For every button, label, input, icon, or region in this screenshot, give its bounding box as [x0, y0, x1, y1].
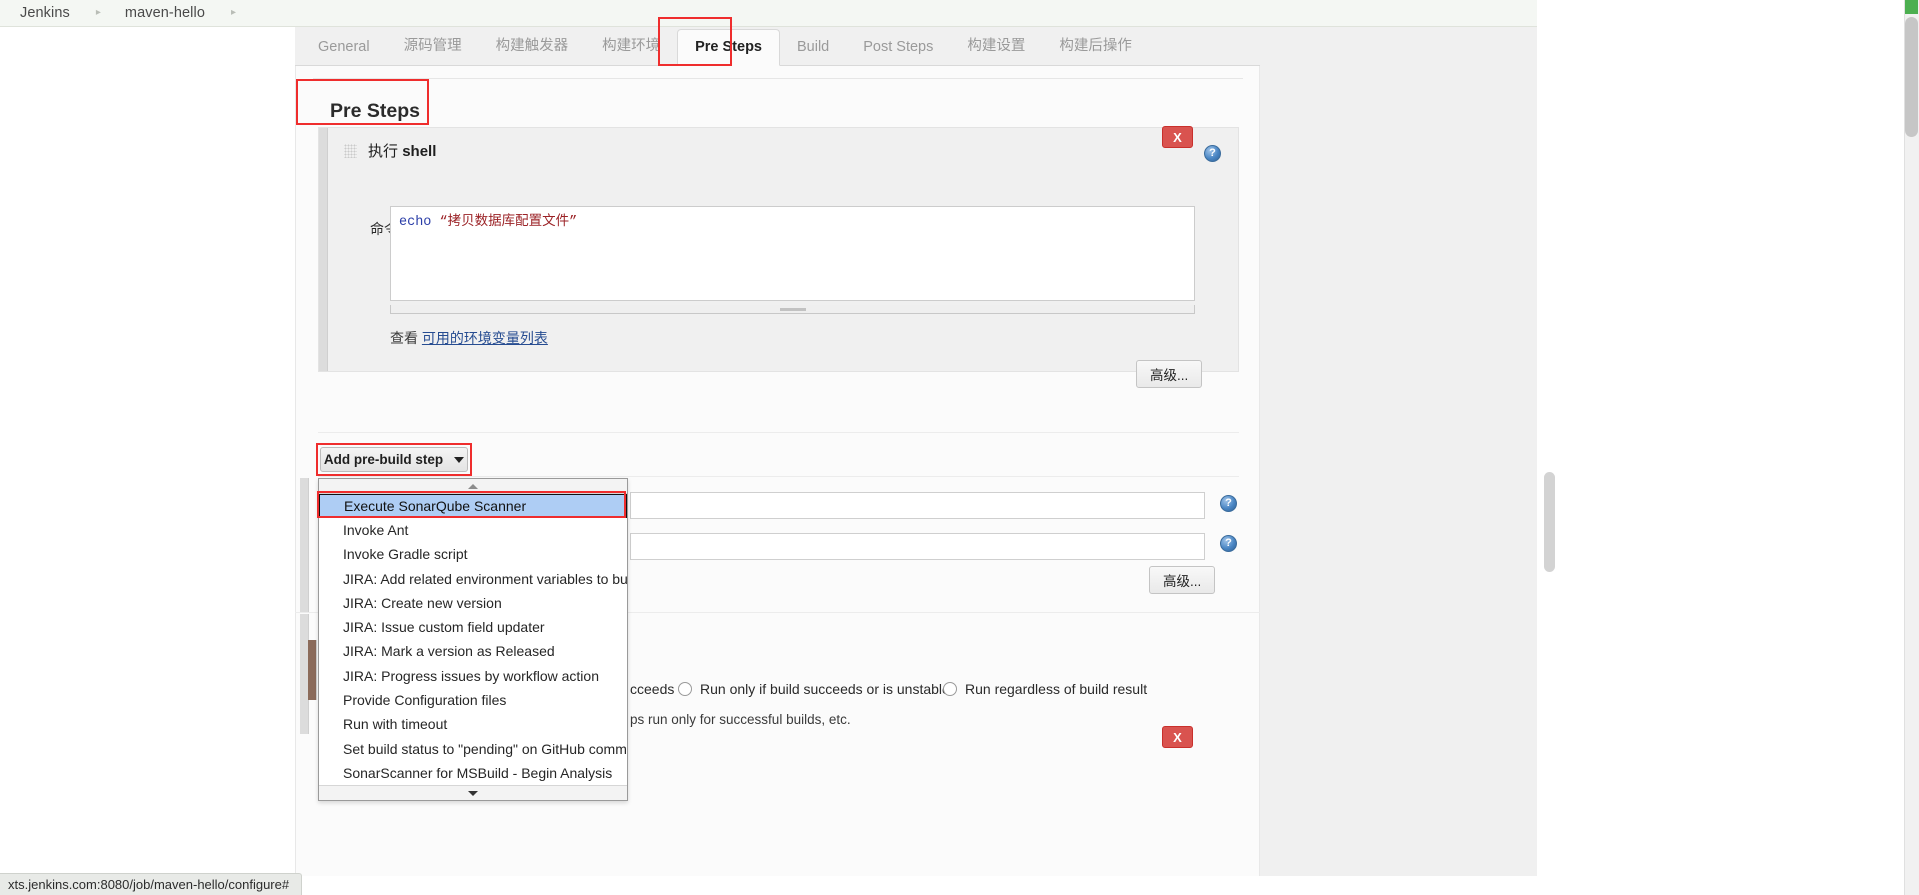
dropdown-item-sonarscanner-msbuild-begin[interactable]: SonarScanner for MSBuild - Begin Analysi… [319, 761, 627, 785]
section-grip-1 [300, 478, 309, 612]
section-divider [313, 78, 1243, 79]
tab-build-environment[interactable]: 构建环境 [585, 25, 677, 65]
dropdown-item-set-build-status-pending[interactable]: Set build status to "pending" on GitHub … [319, 737, 627, 761]
add-step-dropdown-menu: Execute SonarQube Scanner Invoke Ant Inv… [318, 478, 628, 802]
radio-option-regardless-label: Run regardless of build result [965, 681, 1148, 697]
tab-post-build-actions[interactable]: 构建后操作 [1042, 25, 1149, 65]
form-input-2[interactable] [630, 533, 1205, 560]
breadcrumb-item-jenkins[interactable]: Jenkins [18, 5, 72, 21]
page-scrollbar-track[interactable] [1904, 0, 1919, 895]
dropdown-item-jira-add-env-vars[interactable]: JIRA: Add related environment variables … [319, 567, 627, 591]
chevron-up-icon [468, 483, 478, 489]
help-icon-field-2[interactable]: ? [1220, 535, 1237, 552]
tab-post-steps[interactable]: Post Steps [846, 30, 950, 65]
help-icon-field-1[interactable]: ? [1220, 495, 1237, 512]
form-divider-2 [318, 476, 1239, 477]
env-variables-line: 查看 可用的环境变量列表 [390, 328, 548, 348]
builder-drag-column[interactable] [319, 128, 328, 371]
dropdown-item-jira-progress-issues[interactable]: JIRA: Progress issues by workflow action [319, 664, 627, 688]
delete-builder-button[interactable]: X [1162, 126, 1193, 148]
form-divider-1 [318, 432, 1239, 433]
breadcrumb-separator-icon: ▸ [95, 7, 101, 18]
dropdown-item-provide-configuration-files[interactable]: Provide Configuration files [319, 688, 627, 712]
env-prefix-label: 查看 [390, 330, 418, 346]
form-input-1[interactable] [630, 492, 1205, 519]
dropdown-item-jira-mark-version-released[interactable]: JIRA: Mark a version as Released [319, 639, 627, 663]
breadcrumb-item-job[interactable]: maven-hello [123, 5, 207, 21]
radio-option-unstable-label: Run only if build succeeds or is unstabl… [700, 681, 950, 697]
dropdown-item-jira-issue-custom-field-updater[interactable]: JIRA: Issue custom field updater [319, 615, 627, 639]
radio-icon-regardless[interactable] [943, 682, 957, 696]
command-textarea[interactable]: echo “拷贝数据库配置文件” [390, 206, 1195, 301]
tab-general[interactable]: General [301, 30, 387, 65]
config-tabbar: General 源码管理 构建触发器 构建环境 Pre Steps Build … [295, 27, 1260, 66]
inner-scrollbar-thumb[interactable] [1544, 472, 1555, 572]
dropdown-item-invoke-gradle-script[interactable]: Invoke Gradle script [319, 542, 627, 566]
env-variables-link[interactable]: 可用的环境变量列表 [422, 330, 548, 346]
status-bar-url: xts.jenkins.com:8080/job/maven-hello/con… [8, 877, 290, 892]
browser-status-bar: xts.jenkins.com:8080/job/maven-hello/con… [0, 873, 303, 895]
advanced-button-2[interactable]: 高级... [1149, 566, 1216, 594]
radio-helper-text: ps run only for successful builds, etc. [630, 712, 851, 727]
tab-pre-steps[interactable]: Pre Steps [677, 29, 780, 66]
radio-option-succeeds[interactable]: cceeds [630, 681, 674, 697]
delete-builder-button-2[interactable]: X [1162, 726, 1193, 748]
textarea-resize-handle[interactable] [390, 305, 1195, 314]
radio-option-succeeds-label: cceeds [630, 681, 675, 697]
command-string: “拷贝数据库配置文件” [439, 215, 578, 230]
builder-title-en: shell [402, 142, 437, 160]
tab-build-settings[interactable]: 构建设置 [950, 25, 1042, 65]
jenkins-configure-page: Jenkins ▸ maven-hello ▸ General 源码管理 构建触… [0, 0, 1919, 895]
breadcrumb: Jenkins ▸ maven-hello ▸ [0, 0, 1537, 27]
chevron-down-icon [454, 456, 465, 463]
dropdown-scroll-up[interactable] [319, 479, 627, 494]
builder-inner: 执行 shell 命令 echo “拷贝数据库配置文件” 查看 可用的环境变量列… [328, 128, 1238, 388]
dropdown-item-jira-create-new-version[interactable]: JIRA: Create new version [319, 591, 627, 615]
dropdown-scroll-down[interactable] [319, 785, 627, 801]
section-grip-3 [308, 640, 317, 700]
drag-handle-icon[interactable] [344, 143, 357, 158]
dropdown-item-execute-sonarqube-scanner[interactable]: Execute SonarQube Scanner [319, 494, 627, 518]
radio-icon-unstable[interactable] [678, 682, 692, 696]
builder-title: 执行 shell [368, 140, 436, 161]
tab-build[interactable]: Build [780, 30, 846, 65]
builder-title-cjk: 执行 [368, 142, 399, 160]
builder-header: 执行 shell [328, 128, 1238, 172]
help-icon-shell[interactable]: ? [1204, 145, 1221, 162]
chevron-down-icon-2 [468, 790, 478, 796]
add-pre-build-step-label: Add pre-build step [323, 452, 444, 467]
dropdown-item-run-with-timeout[interactable]: Run with timeout [319, 712, 627, 736]
tab-source-management[interactable]: 源码管理 [387, 25, 479, 65]
add-pre-build-step-button[interactable]: Add pre-build step [320, 447, 468, 472]
command-token: echo [399, 215, 432, 230]
scroll-top-marker [1905, 0, 1918, 14]
right-gutter [1260, 27, 1537, 876]
builder-block-shell: 执行 shell 命令 echo “拷贝数据库配置文件” 查看 可用的环境变量列… [318, 127, 1239, 388]
breadcrumb-separator-icon-2: ▸ [231, 7, 237, 18]
tab-build-triggers[interactable]: 构建触发器 [479, 25, 586, 65]
radio-option-regardless[interactable]: Run regardless of build result [943, 681, 1147, 697]
page-scrollbar-thumb[interactable] [1905, 17, 1918, 137]
dropdown-item-invoke-ant[interactable]: Invoke Ant [319, 518, 627, 542]
advanced-button[interactable]: 高级... [1136, 360, 1203, 388]
radio-option-unstable[interactable]: Run only if build succeeds or is unstabl… [678, 681, 950, 697]
